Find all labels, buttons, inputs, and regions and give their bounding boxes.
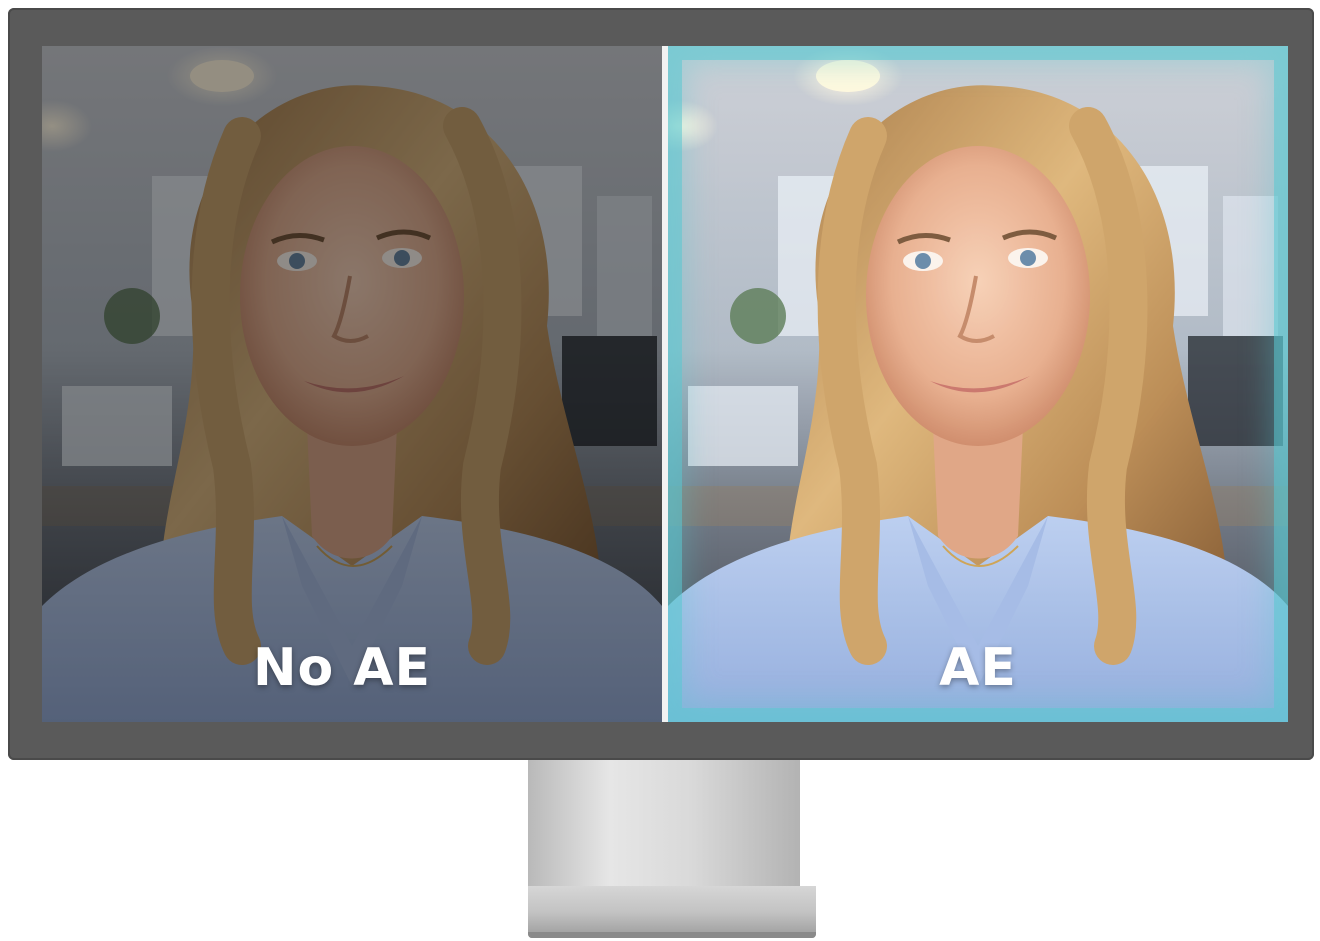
- monitor-screen: No AE AE: [42, 46, 1288, 722]
- no-ae-pane: No AE: [42, 46, 662, 722]
- monitor-stand-neck: [528, 760, 800, 888]
- ae-pane: AE: [668, 46, 1288, 722]
- monitor-bezel: No AE AE: [8, 8, 1314, 760]
- monitor-stand-base-edge: [528, 932, 816, 938]
- no-ae-portrait-image: [42, 46, 662, 722]
- no-ae-label: No AE: [252, 638, 432, 698]
- monitor-stand-base: [528, 886, 816, 938]
- ae-portrait-image: [668, 46, 1288, 722]
- ae-label: AE: [939, 638, 1017, 698]
